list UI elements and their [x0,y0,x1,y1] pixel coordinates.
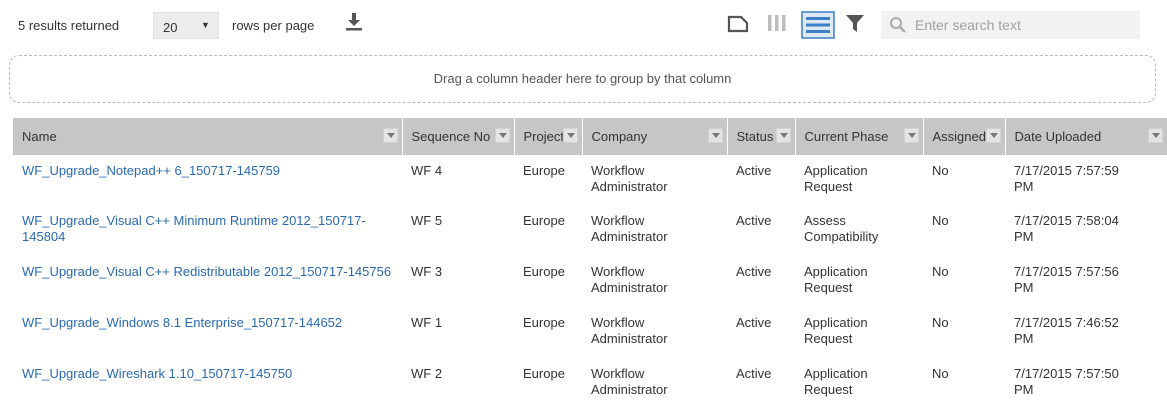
chevron-down-icon [907,133,916,138]
cell-name: WF_Upgrade_Notepad++ 6_150717-145759 [13,155,402,203]
maximize-icon[interactable] [727,15,749,33]
cell-assigned: No [932,163,949,178]
grid-view-icon[interactable] [801,11,835,39]
column-header-name[interactable]: Name [13,118,403,155]
cell-company: Workflow Administrator [591,366,668,397]
workflow-link[interactable]: WF_Upgrade_Wireshark 1.10_150717-145750 [22,366,292,381]
table-row[interactable]: WF_Upgrade_Notepad++ 6_150717-145759 WF … [13,155,1167,203]
chevron-down-icon [1152,133,1160,138]
cell-assigned: No [932,264,949,279]
cell-project: Europe [523,213,565,228]
workflow-link[interactable]: WF_Upgrade_Windows 8.1 Enterprise_150717… [22,315,342,330]
cell-project: Europe [523,315,565,330]
cell-status: Active [736,163,772,178]
chevron-down-icon [498,133,507,138]
table-row[interactable]: WF_Upgrade_Visual C++ Minimum Runtime 20… [13,203,1167,254]
cell-sequence: WF 5 [411,213,443,228]
cell-current-phase: Assess Compatibility [804,213,879,244]
results-count: 5 results returned [18,18,120,33]
cell-sequence: WF 1 [411,315,443,330]
cell-sequence: WF 2 [411,366,443,381]
cell-status: Active [736,213,772,228]
column-menu-button[interactable] [382,128,398,143]
chevron-down-icon: ▼ [201,20,210,30]
column-header-assigned[interactable]: Assigned [923,118,1006,155]
cell-date-uploaded: 7/17/2015 7:57:50 PM [1014,366,1119,397]
column-menu-button[interactable] [985,128,1001,143]
rows-per-page-select[interactable]: 20 ▼ [153,12,219,39]
cell-project: Europe [523,163,565,178]
search-box[interactable] [881,11,1140,39]
columns-icon[interactable] [767,14,787,32]
workflow-table: Name Sequence No Project Company Status … [13,118,1167,407]
column-menu-button[interactable] [562,128,578,143]
table-row[interactable]: WF_Upgrade_Wireshark 1.10_150717-145750 … [13,356,1167,407]
column-menu-button[interactable] [775,128,791,143]
cell-project: Europe [523,264,565,279]
cell-current-phase: Application Request [804,315,868,346]
column-menu-button[interactable] [903,128,919,143]
column-menu-button[interactable] [1148,128,1163,143]
cell-status: Active [736,315,772,330]
cell-company: Workflow Administrator [591,315,668,346]
cell-assigned: No [932,213,949,228]
cell-date-uploaded: 7/17/2015 7:46:52 PM [1014,315,1119,346]
chevron-down-icon [779,133,788,138]
cell-status: Active [736,366,772,381]
download-icon[interactable] [345,12,363,32]
cell-current-phase: Application Request [804,366,868,397]
group-by-hint: Drag a column header here to group by th… [433,71,732,86]
chevron-down-icon [711,133,720,138]
chevron-down-icon [566,133,575,138]
group-by-drop-zone[interactable]: Drag a column header here to group by th… [9,55,1156,103]
workflow-link[interactable]: WF_Upgrade_Notepad++ 6_150717-145759 [22,163,280,178]
table-row[interactable]: WF_Upgrade_Windows 8.1 Enterprise_150717… [13,305,1167,356]
cell-date-uploaded: 7/17/2015 7:57:59 PM [1014,163,1119,194]
chevron-down-icon [989,133,998,138]
cell-sequence: WF 3 [411,264,443,279]
chevron-down-icon [386,133,395,138]
cell-company: Workflow Administrator [591,163,668,194]
search-icon [890,17,906,33]
grid-toolbar: 5 results returned 20 ▼ rows per page [0,0,1167,50]
cell-assigned: No [932,315,949,330]
cell-name: WF_Upgrade_Windows 8.1 Enterprise_150717… [13,305,402,356]
column-menu-button[interactable] [707,128,723,143]
column-header-company[interactable]: Company [582,118,728,155]
cell-company: Workflow Administrator [591,264,668,295]
cell-project: Europe [523,366,565,381]
cell-name: WF_Upgrade_Wireshark 1.10_150717-145750 [13,356,402,407]
rows-per-page-value: 20 [163,20,178,35]
column-header-date-uploaded[interactable]: Date Uploaded [1005,118,1167,155]
cell-company: Workflow Administrator [591,213,668,244]
table-header-row: Name Sequence No Project Company Status … [13,118,1167,155]
column-menu-button[interactable] [494,128,510,143]
column-header-current-phase[interactable]: Current Phase [795,118,924,155]
workflow-link[interactable]: WF_Upgrade_Visual C++ Redistributable 20… [22,264,391,279]
cell-assigned: No [932,366,949,381]
column-header-project[interactable]: Project [514,118,583,155]
cell-current-phase: Application Request [804,163,868,194]
cell-name: WF_Upgrade_Visual C++ Minimum Runtime 20… [13,203,402,254]
workflow-link[interactable]: WF_Upgrade_Visual C++ Minimum Runtime 20… [22,213,366,244]
column-header-sequence[interactable]: Sequence No [402,118,515,155]
cell-date-uploaded: 7/17/2015 7:58:04 PM [1014,213,1119,244]
rows-per-page-label: rows per page [232,18,315,33]
table-row[interactable]: WF_Upgrade_Visual C++ Redistributable 20… [13,254,1167,305]
cell-date-uploaded: 7/17/2015 7:57:56 PM [1014,264,1119,295]
filter-icon[interactable] [845,14,865,33]
cell-sequence: WF 4 [411,163,443,178]
cell-current-phase: Application Request [804,264,868,295]
column-header-status[interactable]: Status [727,118,796,155]
cell-status: Active [736,264,772,279]
search-input[interactable] [915,15,1130,35]
cell-name: WF_Upgrade_Visual C++ Redistributable 20… [13,254,402,305]
